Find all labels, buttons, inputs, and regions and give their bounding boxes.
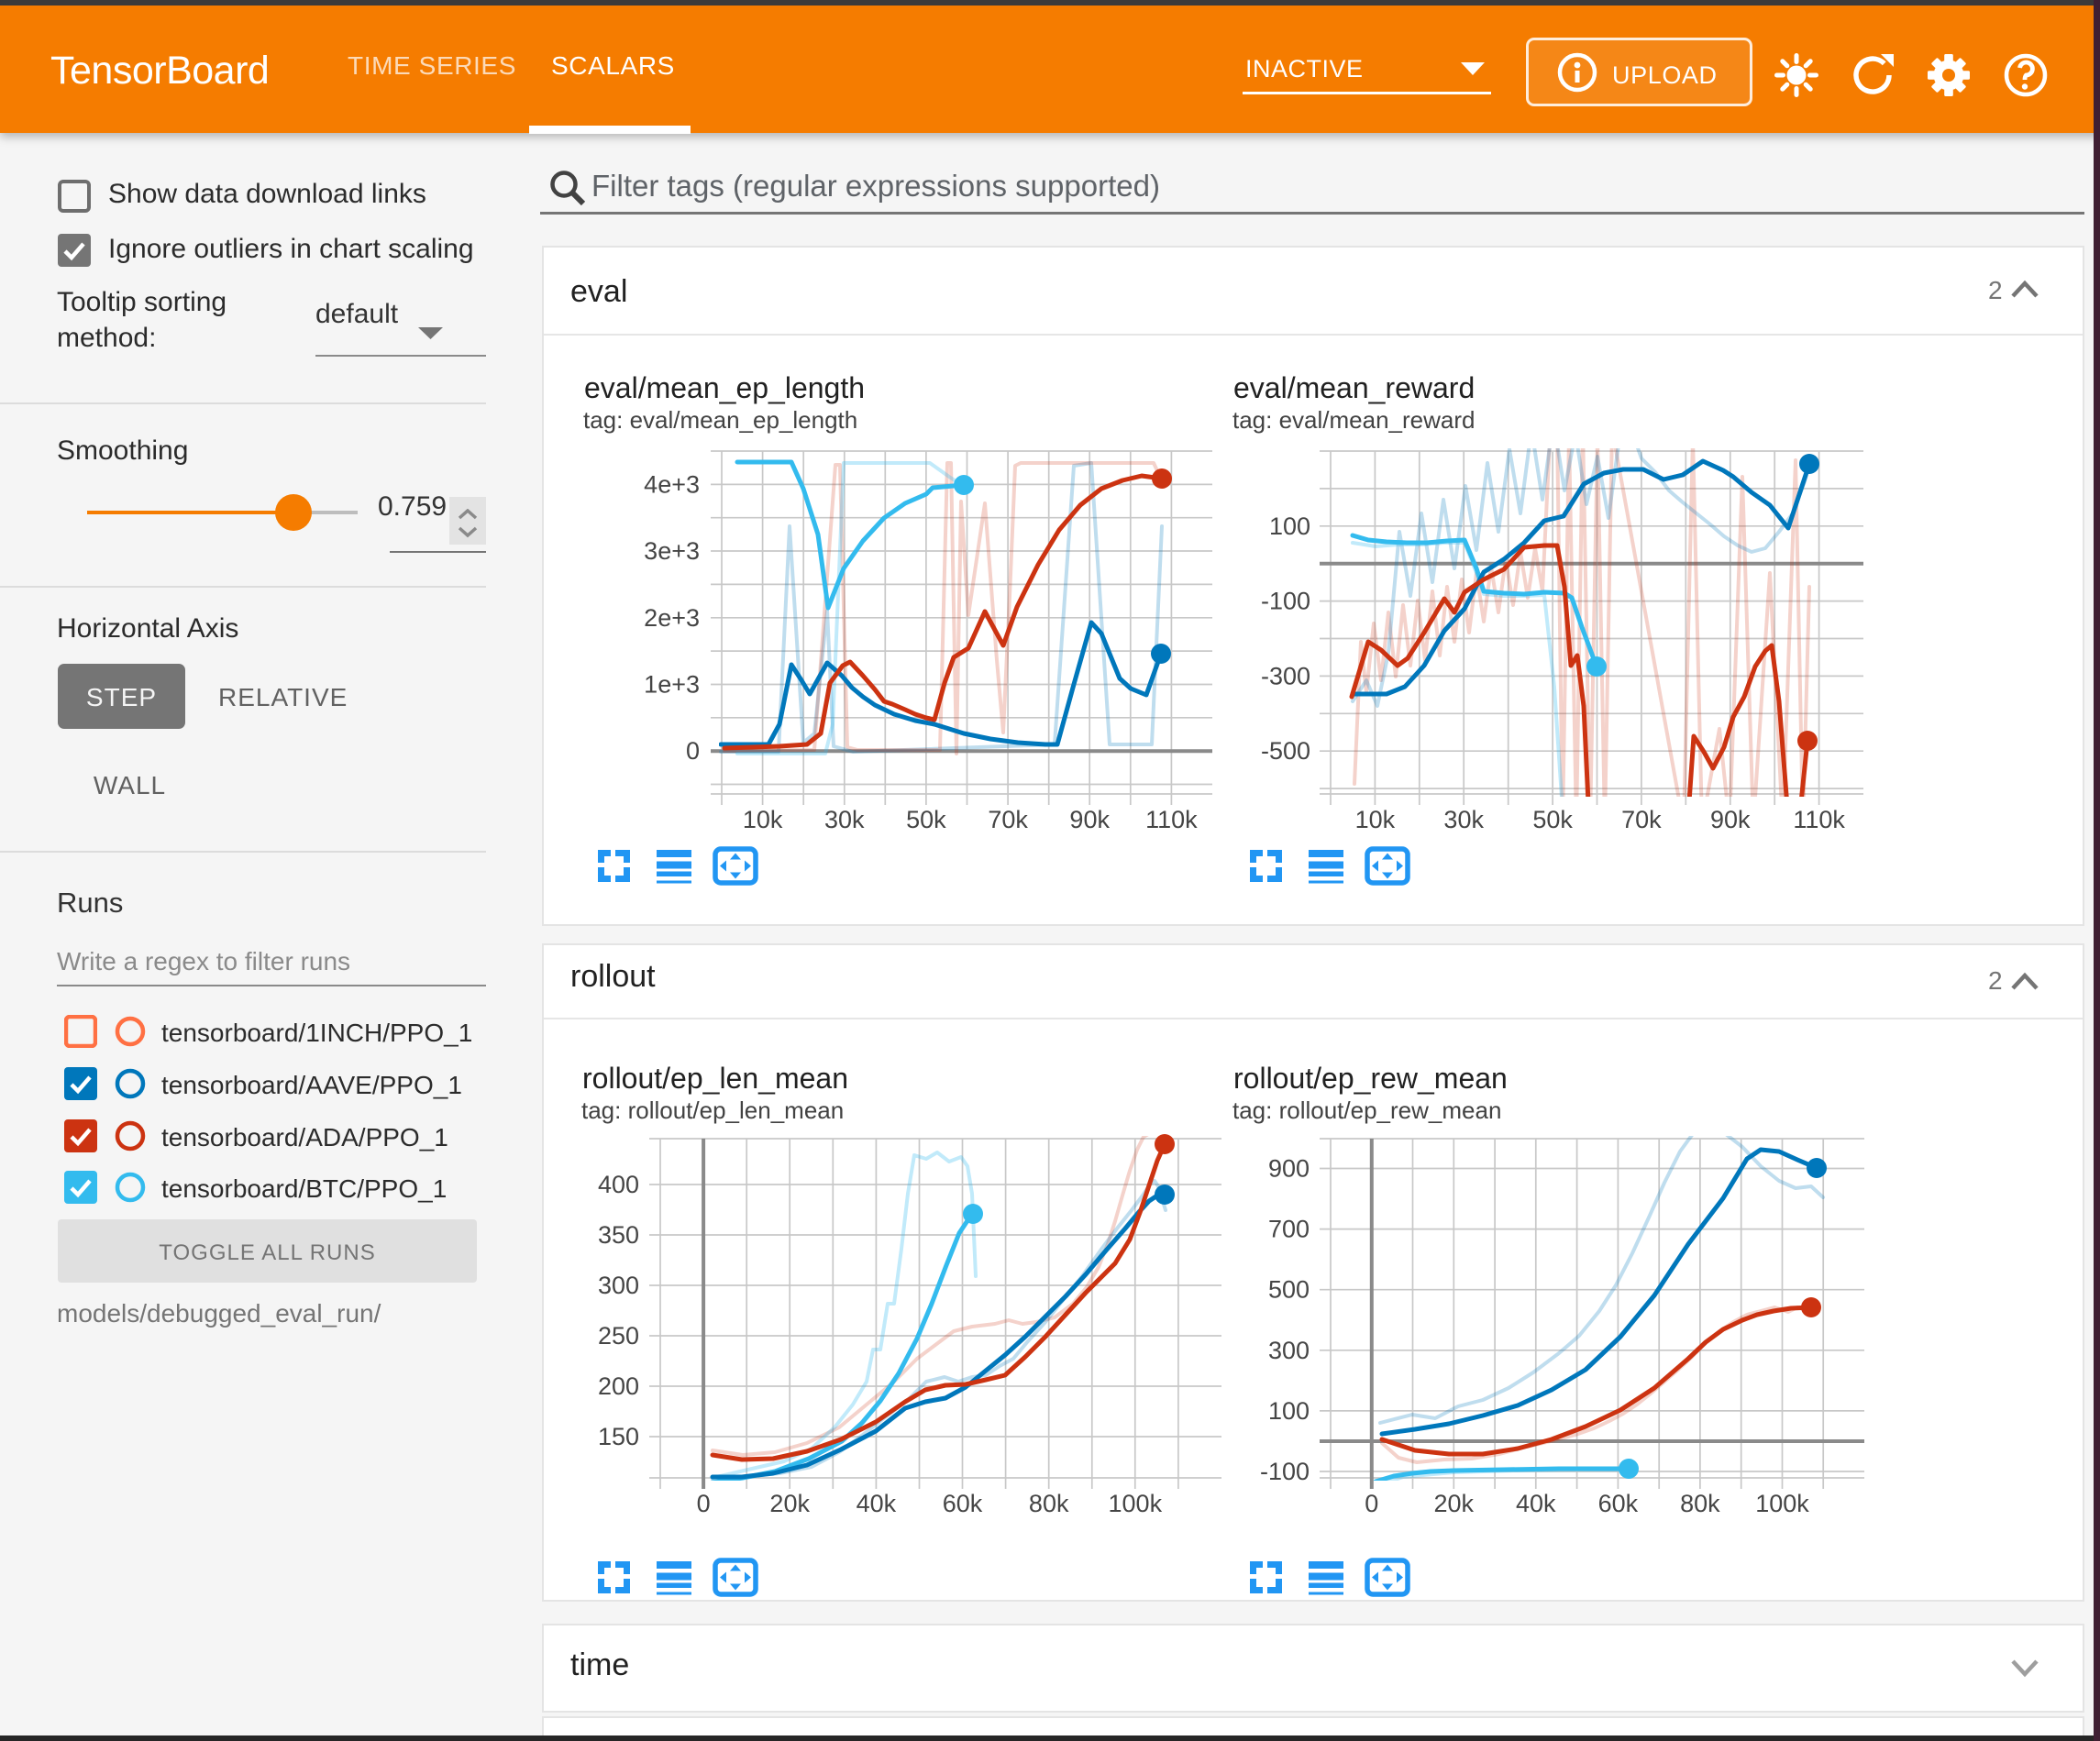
svg-text:90k: 90k — [1710, 806, 1751, 833]
svg-text:-500: -500 — [1261, 737, 1310, 765]
svg-text:80k: 80k — [1680, 1490, 1720, 1517]
svg-text:-100: -100 — [1261, 588, 1310, 615]
svg-text:rollout/ep_len_mean: rollout/ep_len_mean — [582, 1062, 848, 1095]
svg-text:80k: 80k — [1029, 1490, 1069, 1517]
svg-text:300: 300 — [598, 1272, 639, 1299]
svg-text:50k: 50k — [906, 806, 946, 833]
svg-text:500: 500 — [1268, 1276, 1310, 1304]
svg-text:10k: 10k — [743, 806, 783, 833]
svg-text:70k: 70k — [1621, 806, 1662, 833]
svg-text:50k: 50k — [1532, 806, 1573, 833]
svg-text:350: 350 — [598, 1221, 639, 1249]
svg-text:20k: 20k — [1434, 1490, 1475, 1517]
svg-text:40k: 40k — [1516, 1490, 1556, 1517]
svg-text:250: 250 — [598, 1322, 639, 1350]
svg-text:200: 200 — [598, 1372, 639, 1400]
svg-text:0: 0 — [686, 737, 700, 765]
svg-text:eval/mean_reward: eval/mean_reward — [1233, 371, 1475, 404]
svg-text:110k: 110k — [1145, 806, 1198, 833]
svg-text:eval/mean_ep_length: eval/mean_ep_length — [584, 371, 865, 404]
svg-text:-300: -300 — [1261, 662, 1310, 689]
svg-text:30k: 30k — [824, 806, 865, 833]
svg-text:10k: 10k — [1355, 806, 1396, 833]
svg-text:tag: rollout/ep_rew_mean: tag: rollout/ep_rew_mean — [1232, 1096, 1501, 1124]
svg-text:300: 300 — [1268, 1337, 1310, 1364]
svg-text:1e+3: 1e+3 — [644, 671, 700, 699]
svg-text:60k: 60k — [943, 1490, 983, 1517]
svg-text:100k: 100k — [1755, 1490, 1809, 1517]
svg-text:tag: eval/mean_ep_length: tag: eval/mean_ep_length — [583, 406, 857, 434]
svg-text:70k: 70k — [988, 806, 1028, 833]
svg-text:110k: 110k — [1793, 806, 1845, 833]
svg-text:tag: rollout/ep_len_mean: tag: rollout/ep_len_mean — [581, 1096, 844, 1124]
svg-text:0: 0 — [1365, 1490, 1378, 1517]
svg-text:-100: -100 — [1260, 1458, 1310, 1485]
svg-text:rollout/ep_rew_mean: rollout/ep_rew_mean — [1233, 1062, 1508, 1095]
svg-text:100: 100 — [1269, 512, 1310, 540]
svg-text:100k: 100k — [1109, 1490, 1163, 1517]
svg-text:150: 150 — [598, 1423, 639, 1450]
svg-text:4e+3: 4e+3 — [644, 470, 700, 498]
svg-text:90k: 90k — [1069, 806, 1110, 833]
svg-text:0: 0 — [697, 1490, 711, 1517]
svg-text:30k: 30k — [1443, 806, 1484, 833]
svg-text:60k: 60k — [1598, 1490, 1639, 1517]
svg-text:3e+3: 3e+3 — [644, 537, 700, 565]
svg-text:400: 400 — [598, 1171, 639, 1198]
svg-text:20k: 20k — [769, 1490, 810, 1517]
svg-text:900: 900 — [1268, 1155, 1310, 1183]
svg-text:2e+3: 2e+3 — [644, 604, 700, 632]
svg-text:tag: eval/mean_reward: tag: eval/mean_reward — [1232, 406, 1475, 434]
svg-text:700: 700 — [1268, 1216, 1310, 1243]
svg-text:100: 100 — [1268, 1397, 1310, 1425]
svg-text:40k: 40k — [857, 1490, 897, 1517]
